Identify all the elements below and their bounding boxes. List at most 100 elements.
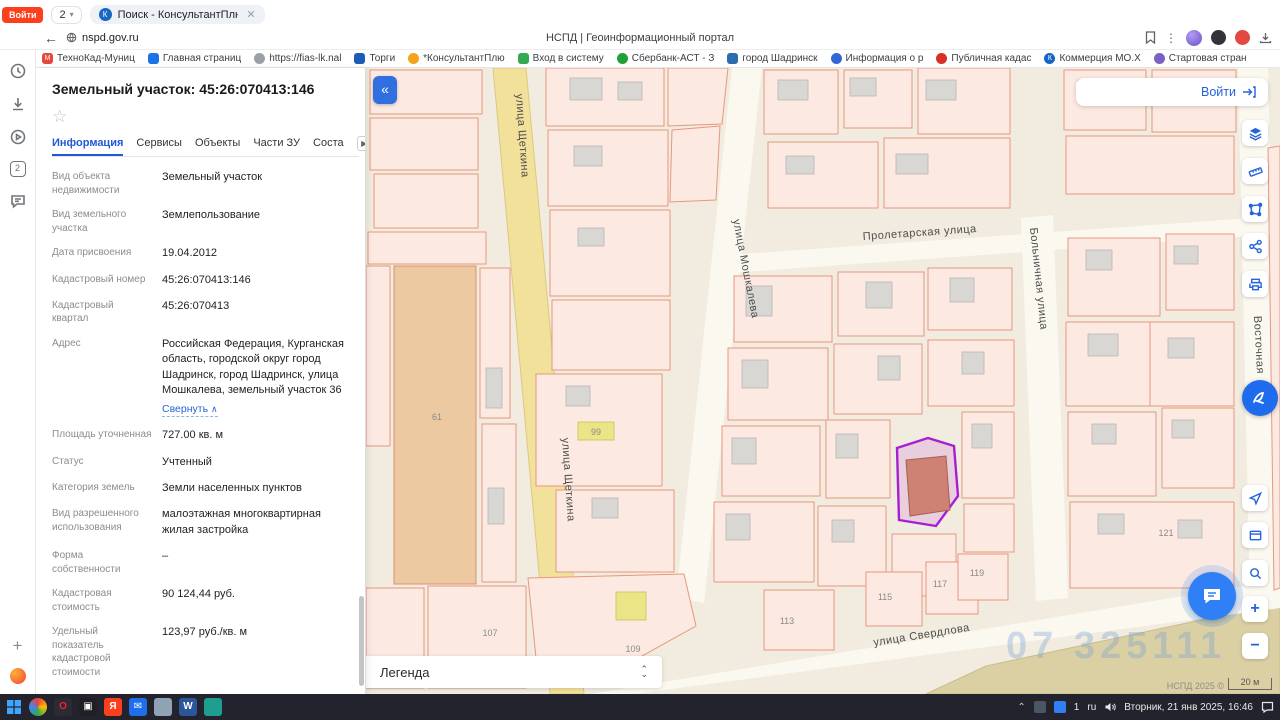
bookmark-item[interactable]: Вход в систему <box>518 53 604 64</box>
bookmark-item[interactable]: Информация о р <box>831 53 924 64</box>
taskbar-app-mail[interactable]: ✉ <box>129 698 147 716</box>
collapse-address-link[interactable]: Свернуть ∧ <box>162 402 218 418</box>
zoom-in-button[interactable]: + <box>1242 596 1268 622</box>
zoom-out-button[interactable]: − <box>1242 633 1268 659</box>
locate-button[interactable] <box>1242 485 1268 511</box>
back-button[interactable]: ← <box>44 30 58 46</box>
parcel-number: 121 <box>1158 528 1173 538</box>
bookmark-flag-icon[interactable] <box>1145 31 1156 44</box>
tab-close-icon[interactable]: ✕ <box>246 8 255 21</box>
yandex-services-icon[interactable] <box>10 668 26 684</box>
bookmark-item[interactable]: MТехноКад-Муниц <box>42 53 135 64</box>
legend-expand-icon[interactable]: ⌃⌄ <box>640 667 648 677</box>
history-icon[interactable] <box>9 62 27 80</box>
taskbar-app-dark[interactable]: ▣ <box>79 698 97 716</box>
downloads-tray-icon[interactable] <box>1259 32 1272 44</box>
bookmark-item[interactable]: Главная страниц <box>148 53 241 64</box>
favorite-star-icon[interactable]: ☆ <box>52 107 359 127</box>
attribute-row: Вид объекта недвижимостиЗемельный участо… <box>52 170 349 197</box>
bookmark-favicon <box>354 53 365 64</box>
chat-widget-button[interactable] <box>1188 572 1236 620</box>
print-button[interactable] <box>1242 271 1268 297</box>
sketch-assistant-button[interactable] <box>1242 380 1278 416</box>
lock-icon <box>66 32 77 43</box>
legend-bar[interactable]: Легенда ⌃⌄ <box>366 656 662 688</box>
panel-tabs: Информация Сервисы Объекты Части ЗУ Сост… <box>52 131 359 157</box>
language-indicator[interactable]: ru <box>1087 702 1096 713</box>
menu-kebab-icon[interactable]: ⋮ <box>1165 31 1177 45</box>
search-settings-button[interactable] <box>1242 560 1268 586</box>
ruler-button[interactable] <box>1242 158 1268 184</box>
taskbar-app-yandex[interactable]: Я <box>104 698 122 716</box>
bookmark-item[interactable]: Публичная кадас <box>936 53 1031 64</box>
panel-scrollbar[interactable] <box>359 68 364 694</box>
volume-icon[interactable] <box>1104 701 1116 713</box>
bookmark-favicon <box>518 53 529 64</box>
page-title: НСПД | Геоинформационный портал <box>546 32 734 44</box>
bookmarks-bar: MТехноКад-Муниц Главная страниц https://… <box>0 50 1280 68</box>
taskbar-app-browser[interactable] <box>29 698 47 716</box>
parcel-115[interactable] <box>866 572 922 626</box>
portal-login-bar[interactable]: Войти <box>1076 78 1268 106</box>
taskbar-app-explorer[interactable] <box>154 698 172 716</box>
bookmark-item[interactable]: Стартовая стран <box>1154 53 1247 64</box>
parcel-113[interactable] <box>764 590 834 650</box>
browser-chrome: Войти 2 ▾ К Поиск - КонсультантПлю ✕ ← n… <box>0 0 1280 68</box>
legend-label: Легенда <box>380 665 429 680</box>
frame-select-button[interactable] <box>1242 522 1268 548</box>
profile-avatar[interactable] <box>1186 30 1202 46</box>
collapse-panel-button[interactable]: « <box>373 76 397 104</box>
clock[interactable]: Вторник, 21 янв 2025, 16:46 <box>1124 702 1253 713</box>
downloads-icon[interactable] <box>9 95 27 113</box>
taskbar-app-opera[interactable]: O <box>54 698 72 716</box>
login-arrow-icon <box>1242 86 1256 98</box>
layers-button[interactable] <box>1242 120 1268 146</box>
cadastral-map[interactable]: улица Щеткина улица Щеткина улица Мошкал… <box>366 68 1280 694</box>
bookmark-item[interactable]: город Шадринск <box>727 53 817 64</box>
tab-obekty[interactable]: Объекты <box>195 131 240 156</box>
bookmark-item[interactable]: *КонсультантПлю <box>408 53 505 64</box>
bookmark-item[interactable]: https://fias-lk.nal <box>254 53 341 64</box>
bookmark-favicon <box>617 53 628 64</box>
bookmark-favicon: M <box>42 53 53 64</box>
map-viewport[interactable]: улица Щеткина улица Щеткина улица Мошкал… <box>366 68 1280 694</box>
tabs-counter-icon[interactable]: 2 <box>10 161 26 177</box>
attribute-row: СтатусУчтенный <box>52 455 349 470</box>
tray-expand-icon[interactable]: ⌃ <box>1017 702 1025 713</box>
bookmark-favicon <box>831 53 842 64</box>
tab-sostav[interactable]: Соста <box>313 131 344 156</box>
bookmark-favicon <box>1154 53 1165 64</box>
map-copyright: НСПД 2025 © <box>1167 681 1224 691</box>
add-panel-icon[interactable]: + <box>13 639 23 653</box>
tray-icon-2[interactable] <box>1054 701 1066 713</box>
scrollbar-thumb[interactable] <box>359 596 364 686</box>
area-measure-button[interactable] <box>1242 196 1268 222</box>
messenger-icon[interactable] <box>9 192 27 210</box>
start-button[interactable] <box>6 699 22 715</box>
bookmark-item[interactable]: ККоммерция МО.Х <box>1044 53 1140 64</box>
parcel-number: 113 <box>780 616 794 626</box>
extension-icon-red[interactable] <box>1235 30 1250 45</box>
taskbar-app-teal[interactable] <box>204 698 222 716</box>
notifications-icon[interactable] <box>1261 701 1274 713</box>
attribute-row: Форма собственности– <box>52 549 349 576</box>
extension-icon-dark[interactable] <box>1211 30 1226 45</box>
bookmark-favicon <box>254 53 265 64</box>
tab-chasti-zu[interactable]: Части ЗУ <box>253 131 300 156</box>
play-icon[interactable] <box>9 128 27 146</box>
browser-login-button[interactable]: Войти <box>2 7 43 23</box>
site-info[interactable]: nspd.gov.ru <box>66 32 139 44</box>
active-tab[interactable]: К Поиск - КонсультантПлю ✕ <box>90 5 265 24</box>
parcel-61[interactable] <box>394 266 476 584</box>
share-button[interactable] <box>1242 233 1268 259</box>
tab-group-button[interactable]: 2 ▾ <box>51 6 81 24</box>
tab-informatsiya[interactable]: Информация <box>52 131 123 156</box>
bookmark-item[interactable]: Сбербанк-АСТ - З <box>617 53 715 64</box>
chevron-up-icon: ∧ <box>211 404 218 414</box>
tray-icon-1[interactable] <box>1034 701 1046 713</box>
tab-favicon: К <box>99 8 112 21</box>
tab-servisy[interactable]: Сервисы <box>136 131 182 156</box>
parcel-number: 99 <box>591 427 601 437</box>
bookmark-item[interactable]: Торги <box>354 53 395 64</box>
taskbar-app-word[interactable]: W <box>179 698 197 716</box>
